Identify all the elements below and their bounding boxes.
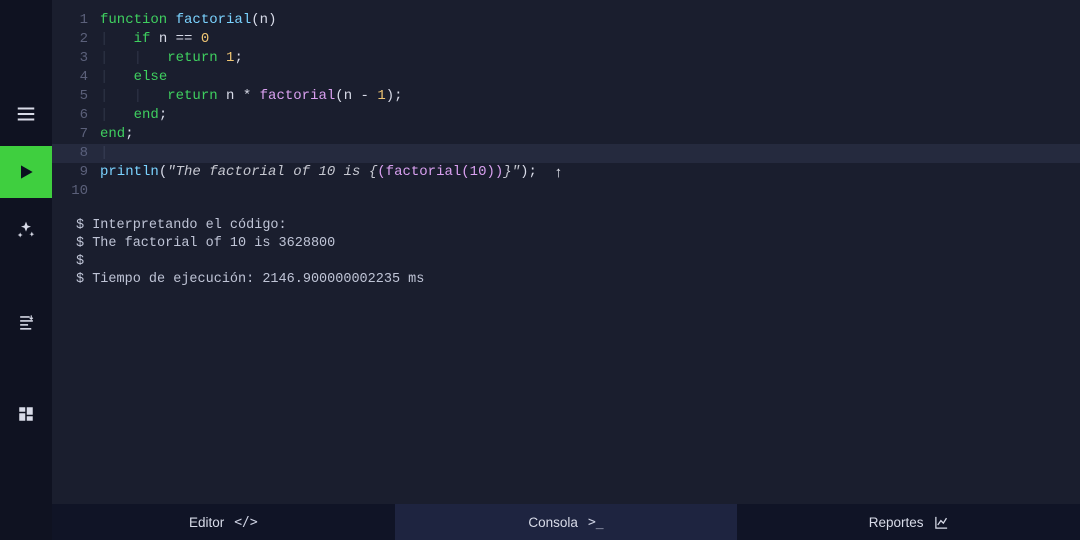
grid-icon (17, 405, 35, 423)
main-area: 1 2 3 4 5 6 7 8 9 10 function factorial(… (52, 0, 1080, 540)
code-editor[interactable]: 1 2 3 4 5 6 7 8 9 10 function factorial(… (52, 0, 1080, 201)
line-number: 3 (52, 49, 88, 68)
code-icon: </> (234, 515, 257, 530)
console-line: $ (76, 253, 1056, 271)
line-gutter: 1 2 3 4 5 6 7 8 9 10 (52, 11, 100, 201)
terminal-icon: >_ (588, 515, 604, 530)
dashboard-button[interactable] (0, 388, 52, 440)
sidebar (0, 0, 52, 540)
tab-reports[interactable]: Reportes (737, 504, 1080, 540)
tab-label: Reportes (869, 515, 924, 530)
bottom-tab-bar: Editor </> Consola >_ Reportes (52, 504, 1080, 540)
line-number: 5 (52, 87, 88, 106)
line-number: 2 (52, 30, 88, 49)
console-output[interactable]: $ Interpretando el código: $ The factori… (52, 201, 1080, 289)
outline-button[interactable] (0, 296, 52, 348)
menu-button[interactable] (0, 88, 52, 140)
outline-icon (17, 313, 36, 332)
tab-console[interactable]: Consola >_ (395, 504, 738, 540)
menu-icon (15, 103, 37, 125)
line-number: 10 (52, 182, 88, 201)
tab-label: Editor (189, 515, 224, 530)
play-icon (16, 162, 36, 182)
line-number: 1 (52, 11, 88, 30)
ai-button[interactable] (0, 204, 52, 256)
line-number: 7 (52, 125, 88, 144)
run-button[interactable] (0, 146, 52, 198)
line-number: 4 (52, 68, 88, 87)
console-line: $ Tiempo de ejecución: 2146.900000002235… (76, 271, 1056, 289)
line-number: 6 (52, 106, 88, 125)
line-number: 9 (52, 163, 88, 182)
console-line: $ Interpretando el código: (76, 217, 1056, 235)
tab-label: Consola (528, 515, 578, 530)
console-line: $ The factorial of 10 is 3628800 (76, 235, 1056, 253)
sparkle-icon (16, 220, 36, 240)
cursor-arrow-icon: ↑ (554, 166, 563, 181)
code-content[interactable]: function factorial(n) | if n == 0 | | re… (100, 11, 1080, 201)
current-line-highlight (52, 144, 1080, 163)
tab-editor[interactable]: Editor </> (52, 504, 395, 540)
chart-icon (934, 515, 949, 530)
